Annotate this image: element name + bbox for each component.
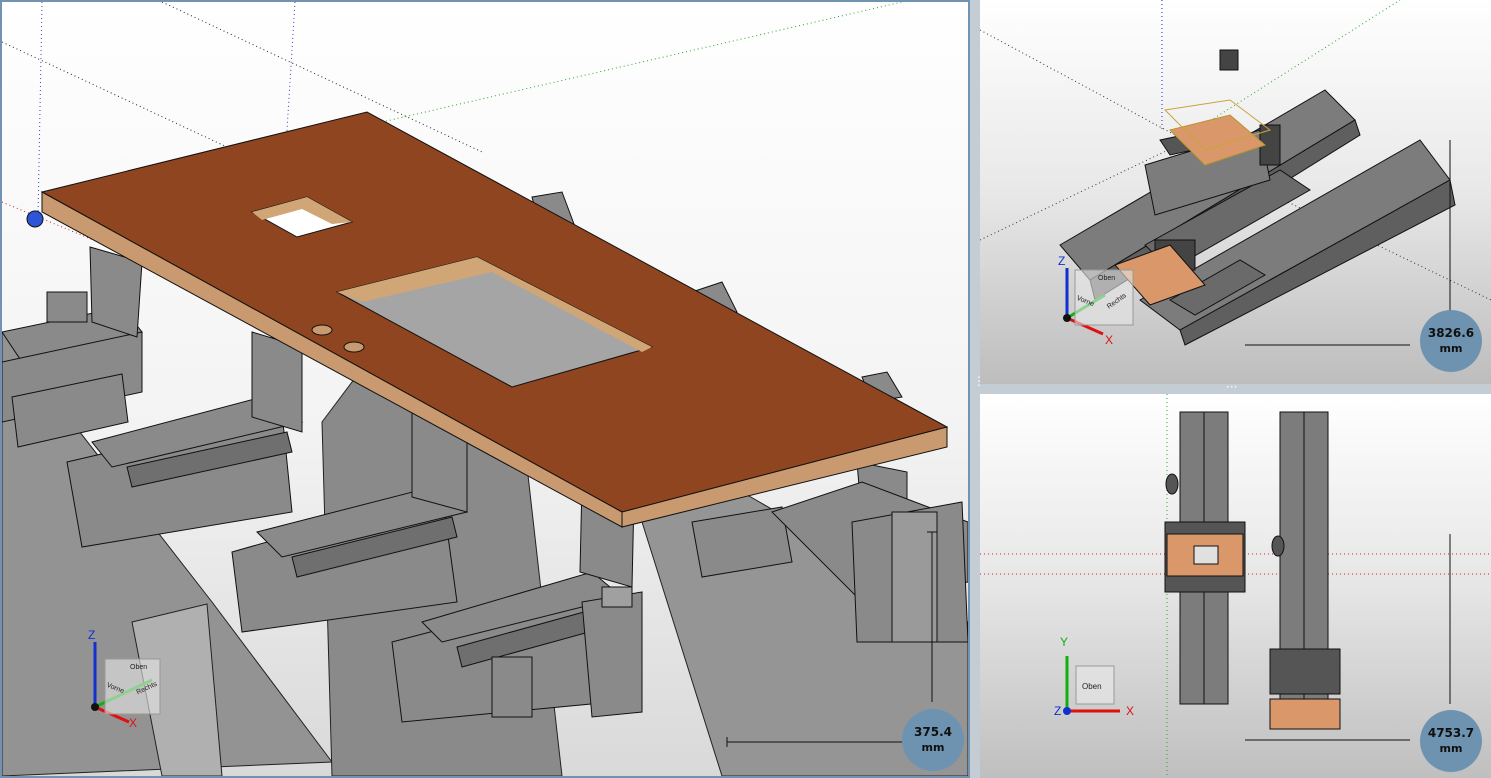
dimension-unit: mm bbox=[1439, 342, 1463, 355]
vertical-splitter[interactable]: ⋮ bbox=[970, 0, 985, 778]
top-viewport[interactable]: Oben Y Z X 4753.7 mm bbox=[980, 394, 1491, 778]
z-axis-label: Z bbox=[1058, 254, 1066, 268]
x-axis-label: X bbox=[1105, 333, 1114, 347]
dimension-unit: mm bbox=[1439, 742, 1463, 755]
top-viewport-canvas[interactable] bbox=[980, 394, 1491, 778]
z-axis-label: Z bbox=[1054, 704, 1062, 718]
perspective-viewport-canvas[interactable] bbox=[980, 0, 1491, 384]
x-axis-label: X bbox=[1126, 704, 1135, 718]
origin-marker-icon bbox=[26, 210, 44, 228]
perspective-viewport[interactable]: Vorne Rechts Oben Z X 3826.6 mm bbox=[980, 0, 1491, 384]
dimension-unit: mm bbox=[921, 741, 945, 754]
horizontal-splitter[interactable]: ··· bbox=[980, 380, 1491, 394]
z-axis-label: Z bbox=[88, 628, 96, 642]
grip-dots-icon: ··· bbox=[1226, 380, 1238, 394]
y-axis-label: Y bbox=[1060, 635, 1069, 649]
main-viewport-canvas[interactable] bbox=[2, 2, 968, 776]
dimension-badge-main[interactable]: 375.4 mm bbox=[902, 709, 964, 771]
dimension-badge-top[interactable]: 4753.7 mm bbox=[1420, 710, 1482, 772]
view-cube-top-label[interactable]: Oben bbox=[1098, 275, 1115, 282]
dimension-badge-perspective[interactable]: 3826.6 mm bbox=[1420, 310, 1482, 372]
view-cube-top-label[interactable]: Oben bbox=[1082, 682, 1102, 691]
x-axis-label: X bbox=[129, 716, 138, 730]
view-cube-top-label[interactable]: Oben bbox=[130, 664, 147, 671]
dimension-value: 4753.7 bbox=[1427, 726, 1475, 740]
dimension-value: 3826.6 bbox=[1427, 326, 1475, 340]
dimension-value: 375.4 bbox=[914, 725, 952, 739]
main-3d-viewport[interactable]: Vorne Rechts Oben Z X 375.4 mm bbox=[0, 0, 970, 778]
